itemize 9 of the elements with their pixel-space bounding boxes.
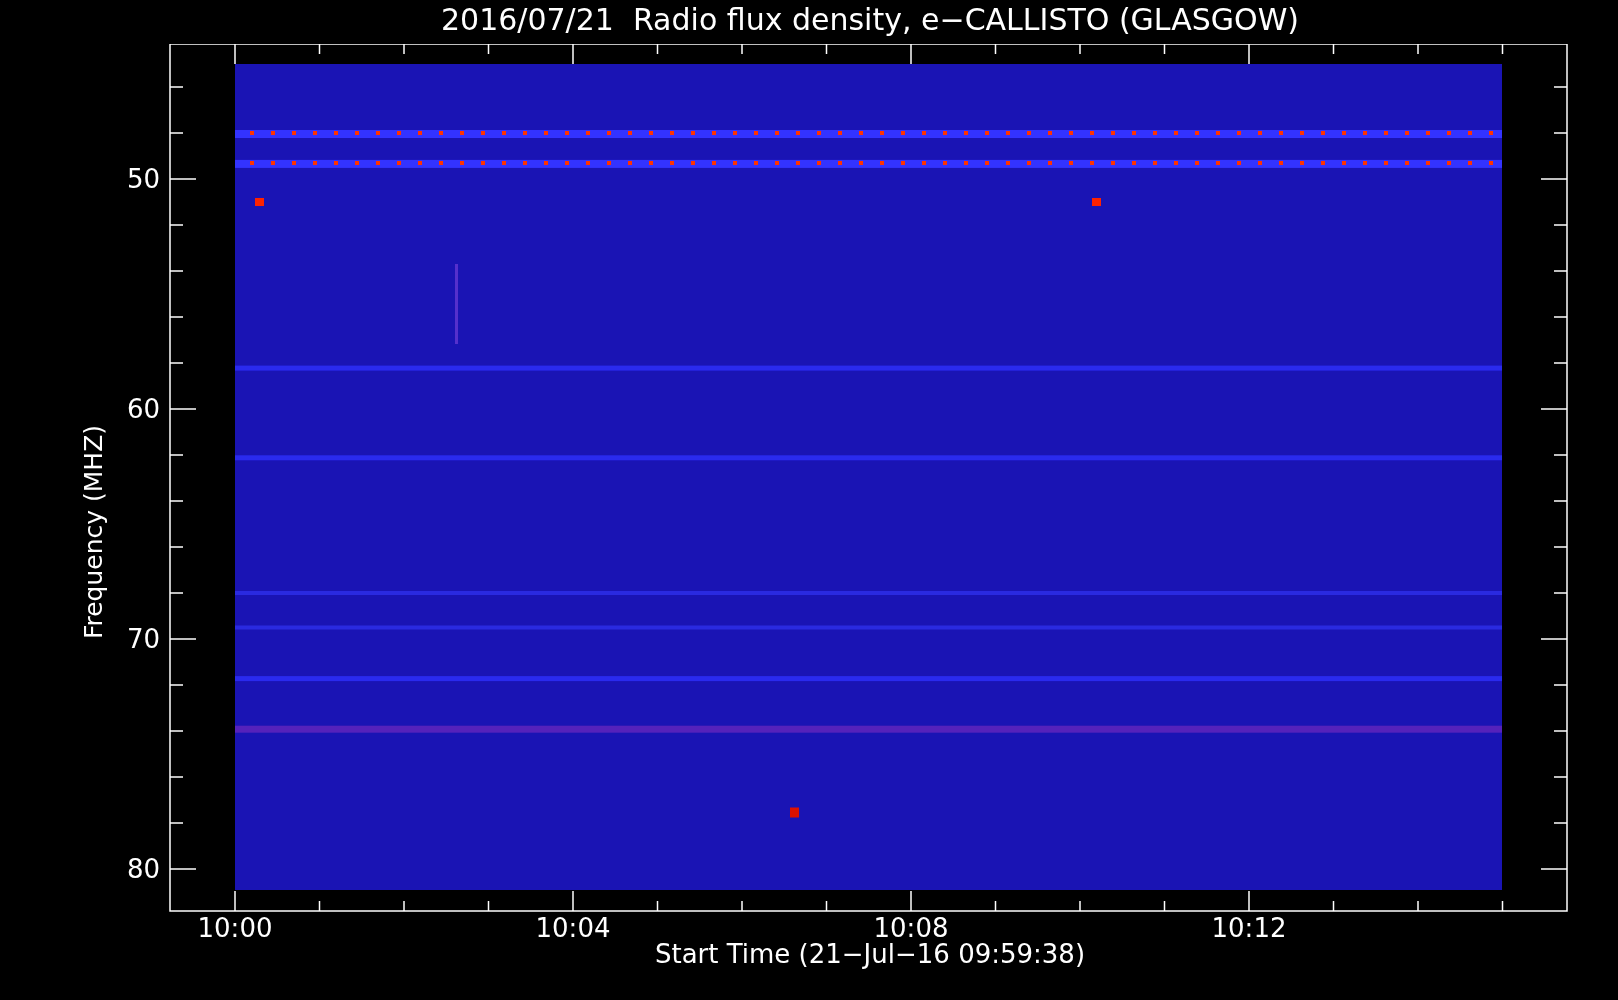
axis-label: Frequency (MHZ) <box>79 424 108 640</box>
tick-label: 50 <box>126 164 160 194</box>
tick-label: 80 <box>126 854 160 884</box>
tick-label: 10:12 <box>1211 913 1287 943</box>
tick-label: 70 <box>126 624 160 654</box>
tick-label: 10:04 <box>535 913 611 943</box>
tick-label: 10:00 <box>197 913 273 943</box>
chart-title: 2016/07/21 Radio flux density, e−CALLISTO (GLASGOW) <box>440 1 1300 39</box>
tick-label: 60 <box>126 394 160 424</box>
